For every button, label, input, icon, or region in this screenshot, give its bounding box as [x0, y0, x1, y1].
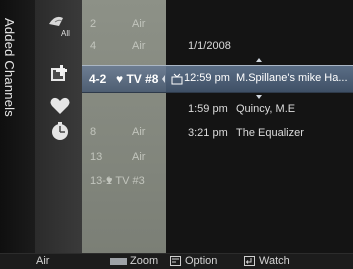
- channel-number: 2: [90, 18, 97, 30]
- channel-name: ♥ TV #8: [116, 72, 159, 86]
- option-button[interactable]: Option: [185, 255, 217, 267]
- scroll-up-icon[interactable]: [256, 58, 262, 62]
- channel-row[interactable]: 2 Air: [82, 16, 166, 34]
- zoom-button[interactable]: Zoom: [130, 255, 158, 267]
- source-label: Air: [36, 255, 50, 267]
- channel-number: 4-2: [89, 72, 107, 86]
- channel-row[interactable]: 8 Air: [82, 124, 166, 142]
- selected-channel-row[interactable]: 4-2 ♥ TV #8 12:59 pm M.Spillane's mike H…: [82, 65, 353, 93]
- program-title: M.Spillane's mike Ha...: [236, 72, 348, 84]
- program-schedule-panel: 1/1/2008 1:59 pm Quincy, M.E 3:21 pm The…: [166, 0, 353, 253]
- program-time: 12:59 pm: [184, 72, 230, 84]
- filter-icon-column: All: [35, 0, 82, 253]
- channel-column: 2 Air 4 Air 8 Air 13 Air 13-1 ♥ TV #3: [82, 0, 166, 253]
- channel-list-screen: Added Channels All 2 Air 4 Air 8 Air 13 …: [0, 0, 353, 269]
- channel-name: Air: [132, 151, 146, 163]
- channel-row[interactable]: 4 Air: [82, 38, 166, 56]
- channel-name: Air: [132, 18, 146, 30]
- program-time: 3:21 pm: [188, 127, 228, 139]
- tools-icon: [170, 256, 181, 266]
- schedule-date: 1/1/2008: [188, 40, 231, 52]
- antenna-all-icon[interactable]: All: [45, 10, 75, 40]
- tv-timer-icon: [171, 72, 183, 85]
- channel-number: 13: [90, 151, 103, 163]
- program-time: 1:59 pm: [188, 103, 228, 115]
- channel-name: ♥ TV #3: [106, 175, 145, 187]
- left-arrow-icon[interactable]: [162, 75, 165, 83]
- channel-number: 4: [90, 40, 97, 52]
- screen-title: Added Channels: [2, 18, 17, 117]
- enter-icon: [244, 256, 255, 266]
- channel-name: Air: [132, 40, 146, 52]
- program-title: The Equalizer: [236, 127, 304, 139]
- title-strip: Added Channels: [0, 0, 35, 253]
- clock-icon[interactable]: [49, 120, 71, 142]
- channel-row[interactable]: 13 Air: [82, 149, 166, 167]
- channel-name: Air: [132, 126, 146, 138]
- add-channel-icon[interactable]: [49, 64, 71, 86]
- program-title: Quincy, M.E: [236, 103, 296, 115]
- channel-row[interactable]: 13-1 ♥ TV #3: [82, 173, 166, 191]
- watch-button[interactable]: Watch: [259, 255, 290, 267]
- heart-icon[interactable]: [49, 96, 71, 116]
- bottom-help-bar: Air Zoom Option Watch: [0, 253, 353, 269]
- channel-number: 8: [90, 126, 97, 138]
- scroll-down-icon[interactable]: [256, 95, 262, 99]
- zoom-key-icon: [110, 258, 127, 265]
- all-filter-label: All: [61, 29, 70, 38]
